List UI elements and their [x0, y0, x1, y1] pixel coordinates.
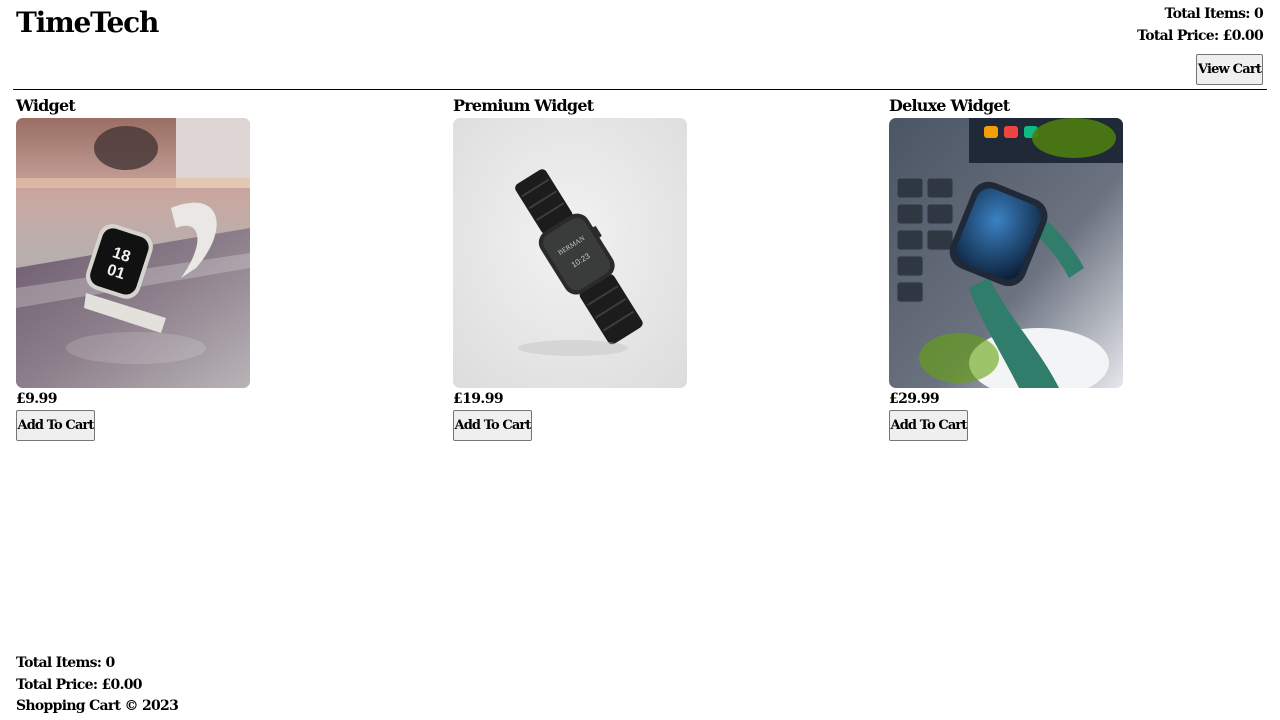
cart-summary: Total Items: 0 Total Price: £0.00	[1137, 4, 1264, 48]
footer-total-items-value: 0	[105, 655, 115, 671]
add-to-cart-button[interactable]: Add To Cart	[889, 410, 968, 441]
product-image: BERMAN 10:23	[453, 118, 687, 388]
add-to-cart-button[interactable]: Add To Cart	[16, 410, 95, 441]
white-sport-loop-smartwatch-photo: 18 01	[16, 118, 250, 388]
product-price: £19.99	[453, 391, 504, 407]
page: TimeTech Total Items: 0 Total Price: £0.…	[0, 0, 1280, 720]
product-card-widget: Widget 18 01 £9.99 Add To Cart	[16, 95, 436, 445]
product-name: Widget	[16, 96, 76, 115]
footer-total-price-line: Total Price: £0.00	[16, 675, 178, 697]
header-divider	[13, 89, 1267, 90]
total-price-line: Total Price: £0.00	[1137, 26, 1264, 48]
footer-total-items-line: Total Items: 0	[16, 653, 178, 675]
product-name: Premium Widget	[453, 96, 594, 115]
view-cart-button[interactable]: View Cart	[1196, 54, 1263, 85]
footer-total-items-label: Total Items:	[16, 655, 102, 671]
product-image	[889, 118, 1123, 388]
product-image: 18 01	[16, 118, 250, 388]
footer-total-price-value: £0.00	[101, 676, 143, 693]
total-price-value: £0.00	[1222, 27, 1264, 44]
product-card-deluxe-widget: Deluxe Widget £29.99 Add To Cart	[889, 95, 1280, 445]
copyright-text: Shopping Cart © 2023	[16, 698, 179, 715]
product-card-premium-widget: Premium Widget BERMAN 10:23 £19.99 Add T…	[453, 95, 873, 445]
footer-total-price-label: Total Price:	[16, 676, 98, 693]
black-link-bracelet-smartwatch-photo: BERMAN 10:23	[453, 118, 687, 388]
site-title: TimeTech	[16, 6, 159, 39]
total-items-label: Total Items:	[1164, 6, 1250, 22]
product-price: £9.99	[16, 391, 57, 407]
total-items-value: 0	[1253, 6, 1264, 22]
green-leather-band-smartwatch-photo	[889, 118, 1123, 388]
total-items-line: Total Items: 0	[1137, 4, 1263, 26]
add-to-cart-button[interactable]: Add To Cart	[453, 410, 532, 441]
footer: Total Items: 0 Total Price: £0.00 Shoppi…	[16, 653, 179, 718]
total-price-label: Total Price:	[1137, 27, 1219, 44]
product-price: £29.99	[889, 391, 940, 407]
product-name: Deluxe Widget	[889, 96, 1010, 115]
